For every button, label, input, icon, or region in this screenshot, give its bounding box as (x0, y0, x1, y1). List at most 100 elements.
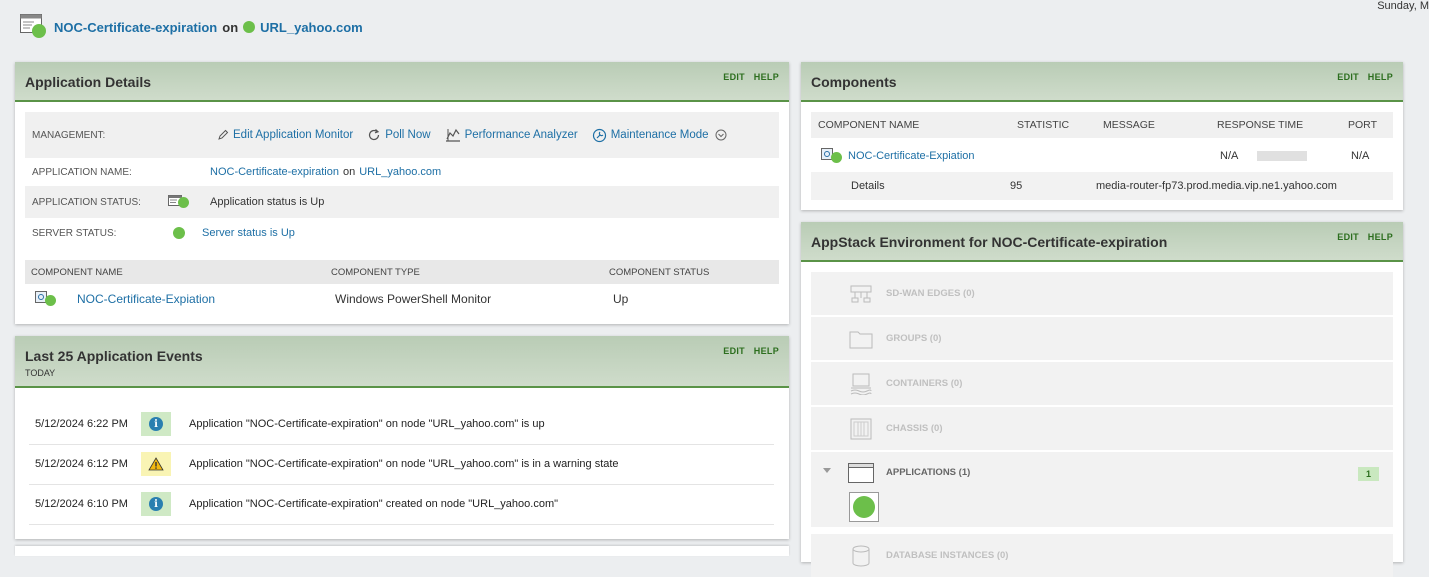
status-up-icon (32, 24, 46, 38)
panel-actions: EDIT HELP (717, 346, 779, 356)
help-button[interactable]: HELP (754, 346, 779, 356)
appstack-item-sdwan[interactable]: SD-WAN EDGES (0) (811, 272, 1393, 315)
panel-actions: EDIT HELP (717, 72, 779, 82)
server-status-icon (173, 227, 185, 239)
database-icon (846, 541, 876, 571)
panel-header: Last 25 Application Events TODAY EDIT HE… (15, 336, 789, 388)
chassis-icon (846, 414, 876, 444)
container-icon (846, 369, 876, 399)
component-name-link[interactable]: NOC-Certificate-Expiation (77, 292, 215, 306)
application-status-tile[interactable] (849, 492, 879, 522)
server-status-link[interactable]: Server status is Up (202, 227, 295, 239)
appstack-item-label: CONTAINERS (0) (886, 378, 963, 389)
appstack-panel: AppStack Environment for NOC-Certificate… (801, 222, 1403, 577)
date-text: Sunday, M (1377, 0, 1429, 12)
event-message: Application "NOC-Certificate-expiration"… (189, 498, 559, 510)
panel-title: AppStack Environment for NOC-Certificate… (811, 234, 1168, 250)
edit-button[interactable]: EDIT (1337, 72, 1359, 82)
application-status-icon (168, 194, 210, 210)
management-label: MANAGEMENT: (32, 129, 106, 141)
message-cell: media-router-fp73.prod.media.vip.ne1.yah… (1096, 180, 1337, 192)
appstack-item-applications[interactable]: APPLICATIONS (1) 1 (811, 452, 1393, 527)
panel-title: Application Details (25, 74, 152, 90)
edit-button[interactable]: EDIT (1337, 232, 1359, 242)
column-header: COMPONENT NAME (31, 266, 123, 278)
maintenance-icon (592, 128, 606, 142)
performance-analyzer-button[interactable]: Performance Analyzer (445, 128, 578, 142)
column-header: MESSAGE (1103, 119, 1155, 131)
node-link[interactable]: URL_yahoo.com (260, 20, 363, 35)
info-icon: i (141, 412, 171, 436)
next-panel-edge (15, 546, 789, 556)
event-message: Application "NOC-Certificate-expiration"… (189, 458, 619, 470)
application-name-row: APPLICATION NAME: NOC-Certificate-expira… (25, 158, 779, 186)
edit-button[interactable]: EDIT (723, 346, 745, 356)
application-details-panel: Application Details EDIT HELP MANAGEMENT… (15, 62, 789, 324)
sdwan-icon (846, 279, 876, 309)
pencil-icon (218, 129, 229, 140)
table-header: COMPONENT NAME STATISTIC MESSAGE RESPONS… (811, 112, 1393, 138)
event-time: 5/12/2024 6:22 PM (35, 418, 128, 430)
column-header: COMPONENT NAME (818, 119, 920, 131)
application-status-row: APPLICATION STATUS: Application status i… (25, 186, 779, 218)
appstack-item-label: CHASSIS (0) (886, 423, 943, 434)
server-status-label: SERVER STATUS: (32, 227, 117, 239)
appstack-item-label: DATABASE INSTANCES (0) (886, 550, 1009, 561)
refresh-icon (369, 129, 380, 141)
poll-now-button[interactable]: Poll Now (367, 128, 431, 142)
appstack-item-label: APPLICATIONS (1) (886, 467, 971, 478)
help-button[interactable]: HELP (1368, 72, 1393, 82)
count-badge: 1 (1357, 467, 1379, 481)
appstack-item-database-instances[interactable]: DATABASE INSTANCES (0) (811, 534, 1393, 577)
appstack-item-label: GROUPS (0) (886, 333, 942, 344)
details-label: Details (851, 180, 885, 192)
response-time-bar (1257, 151, 1308, 161)
application-link[interactable]: NOC-Certificate-expiration (54, 20, 217, 35)
application-name-link[interactable]: NOC-Certificate-expiration (210, 166, 339, 178)
component-name-link[interactable]: NOC-Certificate-Expiation (848, 150, 975, 162)
components-panel: Components EDIT HELP COMPONENT NAME STAT… (801, 62, 1403, 210)
column-header: STATISTIC (1017, 119, 1070, 131)
panel-title: Components (811, 74, 897, 90)
folder-icon (846, 324, 876, 354)
application-icon (846, 458, 876, 488)
column-header: COMPONENT STATUS (609, 266, 710, 278)
statistic-cell: 95 (1010, 180, 1023, 192)
column-header: RESPONSE TIME (1217, 119, 1304, 131)
maintenance-mode-button[interactable]: Maintenance Mode (592, 128, 731, 143)
chevron-down-icon[interactable] (715, 129, 727, 141)
appstack-item-groups[interactable]: GROUPS (0) (811, 317, 1393, 360)
event-row: 5/12/2024 6:22 PM i Application "NOC-Cer… (29, 404, 774, 445)
on-text: on (222, 19, 239, 35)
application-status-text: Application status is Up (210, 196, 325, 208)
node-name-link[interactable]: URL_yahoo.com (359, 166, 441, 178)
edit-button[interactable]: EDIT (723, 72, 745, 82)
response-time-value: N/A (1220, 150, 1239, 162)
on-text: on (342, 166, 356, 178)
event-row: 5/12/2024 6:10 PM i Application "NOC-Cer… (29, 484, 774, 525)
appstack-item-chassis[interactable]: CHASSIS (0) (811, 407, 1393, 450)
appstack-item-containers[interactable]: CONTAINERS (0) (811, 362, 1393, 405)
expand-arrow-icon[interactable] (823, 466, 831, 477)
page-title: NOC-Certificate-expiration on URL_yahoo.… (20, 14, 363, 40)
event-row: 5/12/2024 6:12 PM Application "NOC-Certi… (29, 444, 774, 485)
application-status-label: APPLICATION STATUS: (32, 196, 141, 208)
panel-actions: EDIT HELP (1331, 72, 1393, 82)
column-header: PORT (1348, 119, 1377, 131)
panel-title: Last 25 Application Events (25, 348, 203, 364)
panel-header: Components EDIT HELP (801, 62, 1403, 102)
panel-header: Application Details EDIT HELP (15, 62, 789, 102)
component-icon (821, 148, 848, 164)
edit-application-monitor-button[interactable]: Edit Application Monitor (217, 129, 353, 141)
panel-subtitle: TODAY (25, 368, 56, 378)
help-button[interactable]: HELP (754, 72, 779, 82)
warning-icon (141, 452, 171, 476)
server-status-row: SERVER STATUS: Server status is Up (25, 218, 779, 248)
table-row: NOC-Certificate-Expiation N/A N/A (811, 140, 1393, 172)
help-button[interactable]: HELP (1368, 232, 1393, 242)
event-time: 5/12/2024 6:10 PM (35, 498, 128, 510)
application-monitor-icon (20, 14, 46, 40)
management-row: MANAGEMENT: Edit Application Monitor Pol… (25, 112, 779, 158)
details-row: Details 95 media-router-fp73.prod.media.… (811, 172, 1393, 200)
panel-header: AppStack Environment for NOC-Certificate… (801, 222, 1403, 262)
